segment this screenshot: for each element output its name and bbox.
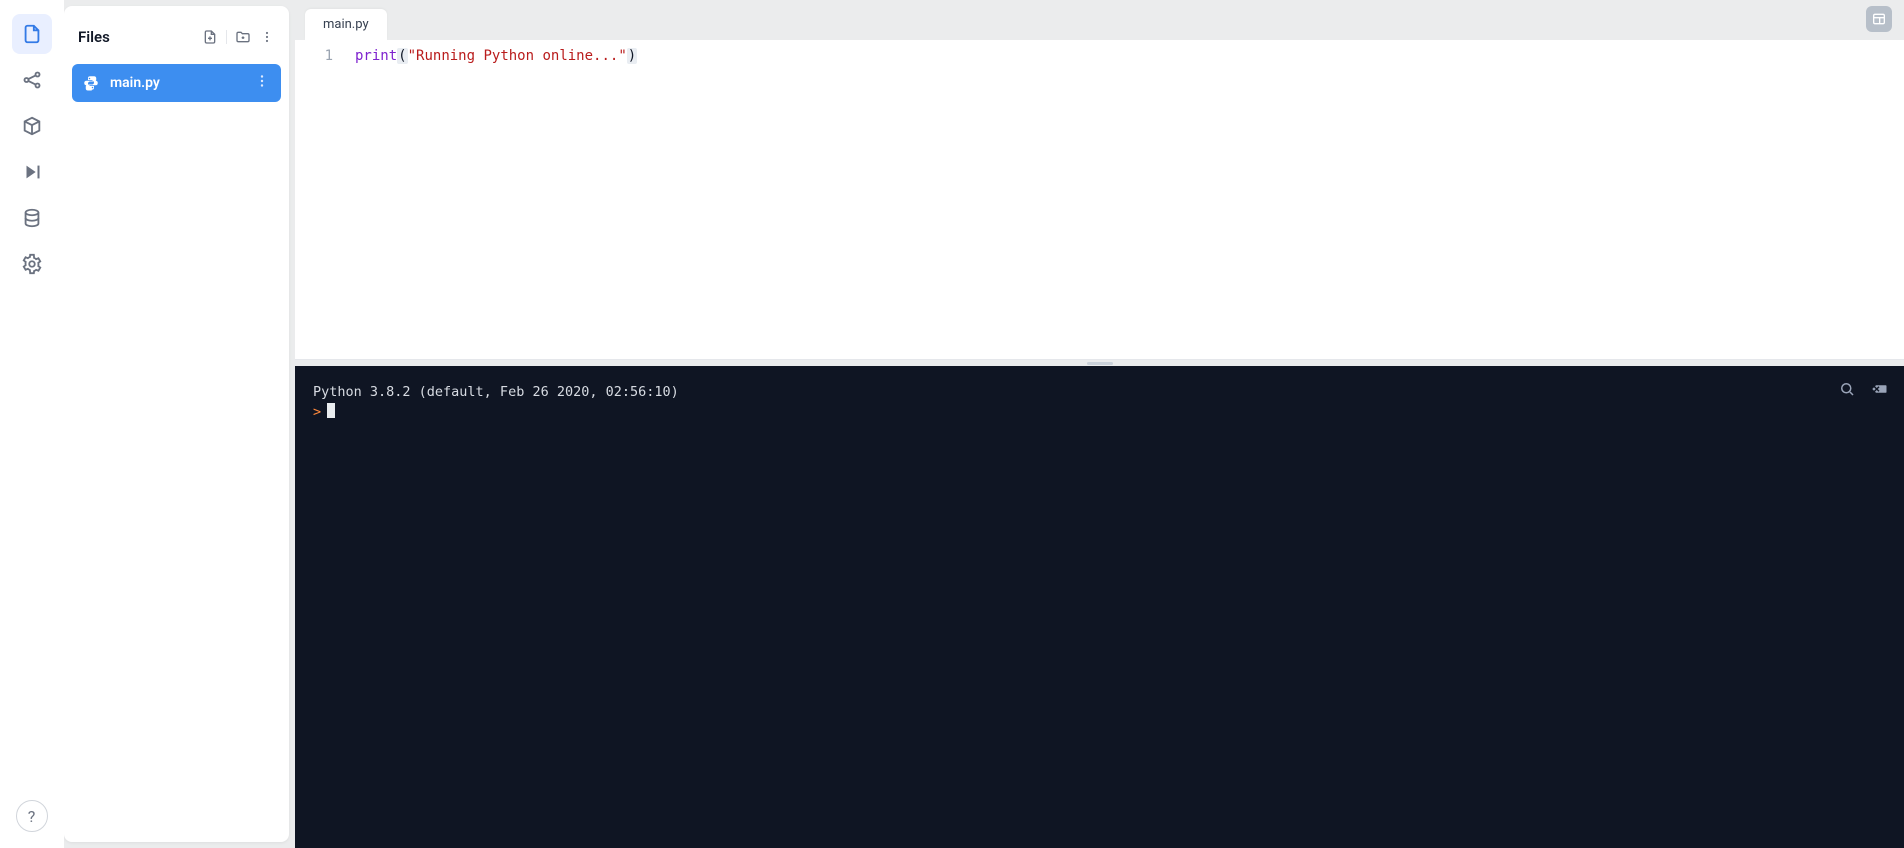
code-token-paren: ) — [627, 48, 637, 64]
files-panel-title: Files — [78, 28, 110, 46]
code-token-quote: " — [408, 48, 416, 64]
new-folder-icon[interactable] — [235, 29, 251, 45]
packages-icon[interactable] — [12, 106, 52, 146]
new-file-icon[interactable] — [202, 29, 218, 45]
file-item-more-icon[interactable] — [253, 72, 271, 94]
search-icon[interactable] — [1838, 380, 1856, 398]
files-panel-actions — [202, 29, 275, 45]
divider — [226, 30, 227, 44]
clear-icon[interactable] — [1870, 380, 1888, 398]
more-icon[interactable] — [259, 29, 275, 45]
code-token-string: Running Python online... — [416, 48, 618, 64]
run-icon[interactable] — [12, 152, 52, 192]
share-icon[interactable] — [12, 60, 52, 100]
console-toolbar — [1838, 380, 1888, 398]
code-area[interactable]: print("Running Python online...") — [343, 40, 1904, 359]
line-number: 1 — [295, 48, 333, 64]
main-column: main.py 1 print("Running Python online..… — [295, 0, 1904, 848]
console-prompt-line[interactable]: > — [313, 402, 1886, 422]
help-button[interactable]: ? — [16, 800, 48, 832]
file-item-label: main.py — [110, 75, 160, 91]
python-icon — [82, 74, 100, 92]
panel-layout-icon[interactable] — [1866, 6, 1892, 32]
editor-tab-bar: main.py — [295, 0, 1904, 40]
code-token-fn: print — [355, 48, 397, 64]
editor-tab[interactable]: main.py — [305, 9, 387, 40]
files-icon[interactable] — [12, 14, 52, 54]
console-prompt: > — [313, 404, 321, 420]
file-item[interactable]: main.py — [72, 64, 281, 102]
settings-icon[interactable] — [12, 244, 52, 284]
code-editor[interactable]: 1 print("Running Python online...") — [295, 40, 1904, 360]
code-token-quote: " — [618, 48, 626, 64]
code-token-paren: ( — [397, 48, 407, 64]
console-cursor — [327, 403, 335, 418]
files-panel: Files main.py — [64, 6, 289, 842]
console[interactable]: Python 3.8.2 (default, Feb 26 2020, 02:5… — [295, 366, 1904, 848]
files-panel-header: Files — [72, 14, 281, 64]
database-icon[interactable] — [12, 198, 52, 238]
line-gutter: 1 — [295, 40, 343, 359]
icon-rail: ? — [0, 0, 64, 848]
console-banner: Python 3.8.2 (default, Feb 26 2020, 02:5… — [313, 382, 1886, 402]
